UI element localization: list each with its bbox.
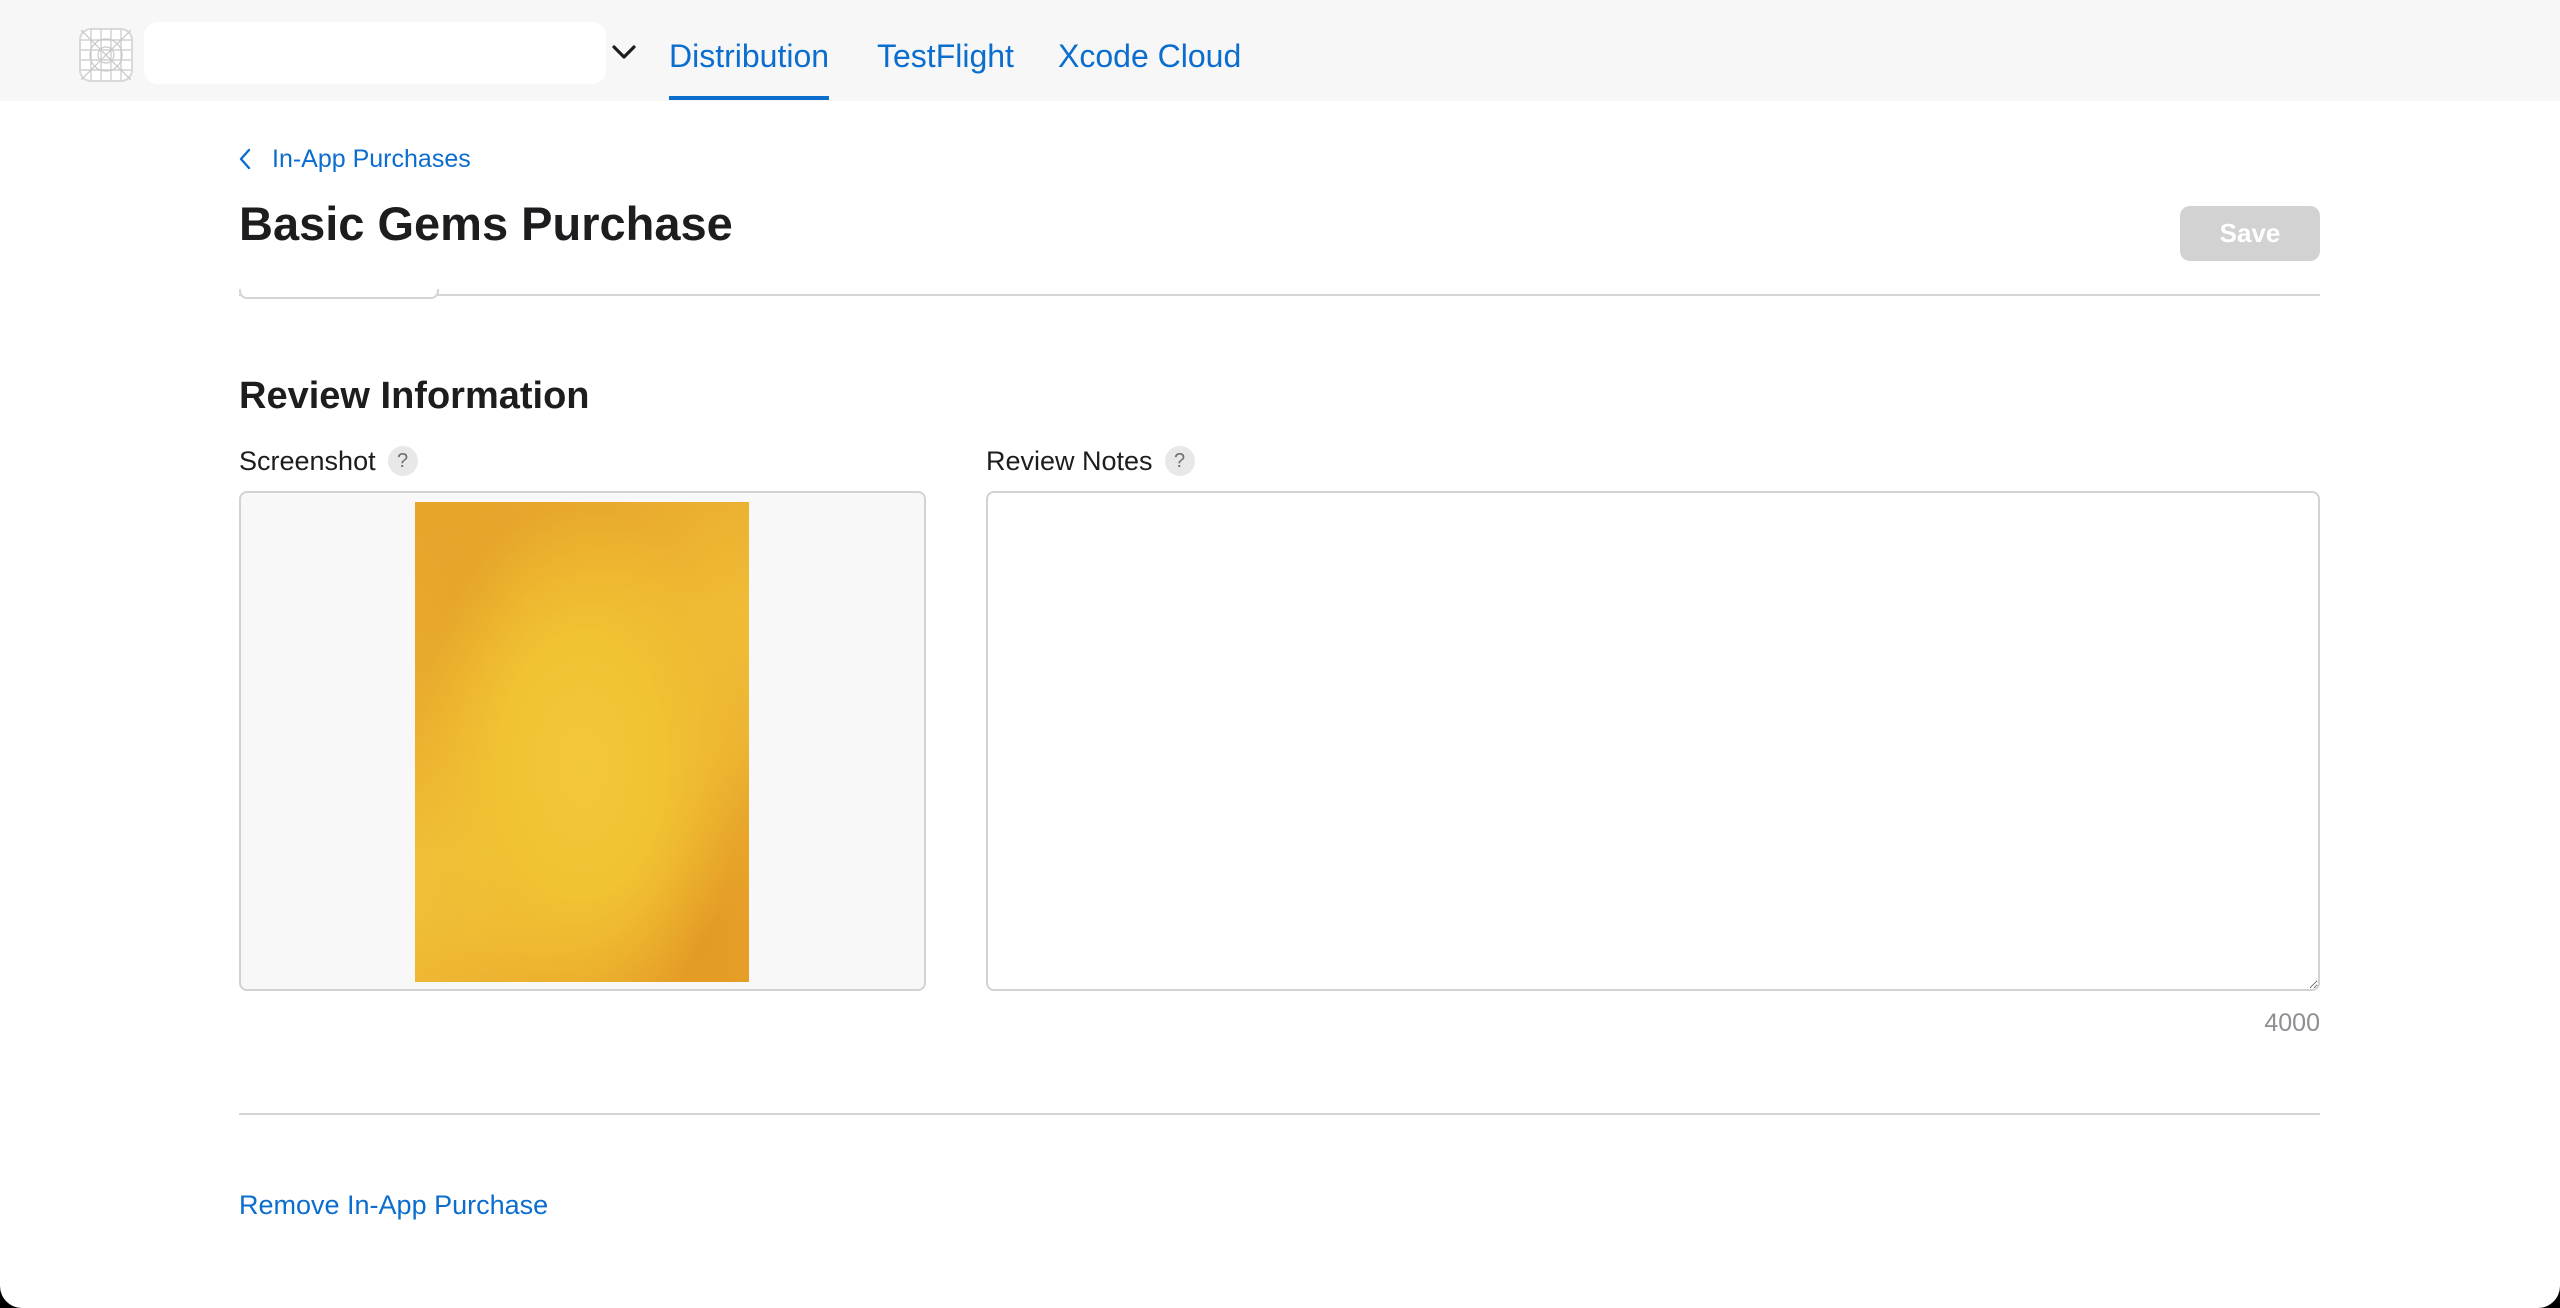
help-icon[interactable]: ? [387,446,418,476]
app-window: Distribution TestFlight Xcode Cloud In-A… [0,0,2560,1308]
character-count: 4000 [2264,1009,2320,1037]
review-notes-label-text: Review Notes [986,445,1153,476]
top-navigation-bar: Distribution TestFlight Xcode Cloud [0,0,2560,101]
tab-distribution[interactable]: Distribution [669,38,830,100]
footer-divider [239,1113,2320,1115]
remove-in-app-purchase-link[interactable]: Remove In-App Purchase [239,1190,548,1221]
header-divider [239,294,2320,296]
chevron-down-icon[interactable] [611,44,637,60]
page-title: Basic Gems Purchase [239,197,733,250]
screenshot-preview-image[interactable] [415,502,749,982]
breadcrumb-label: In-App Purchases [272,144,471,173]
app-icon-placeholder [81,30,131,80]
scrolled-tab-edge [239,289,439,299]
app-icon[interactable] [79,28,133,82]
screenshot-upload-area[interactable] [239,491,926,991]
save-button[interactable]: Save [2180,206,2320,261]
breadcrumb-back-link[interactable]: In-App Purchases [238,144,471,174]
app-picker[interactable] [144,22,606,84]
screenshot-label: Screenshot ? [239,446,418,476]
chevron-left-icon [239,148,251,170]
screenshot-label-text: Screenshot [239,445,376,476]
help-icon[interactable]: ? [1164,446,1195,476]
tab-xcode-cloud[interactable]: Xcode Cloud [1058,38,1241,75]
review-notes-label: Review Notes ? [986,446,1195,476]
section-title-review-information: Review Information [239,375,590,417]
tab-testflight[interactable]: TestFlight [877,38,1014,75]
review-notes-textarea[interactable] [986,491,2320,991]
